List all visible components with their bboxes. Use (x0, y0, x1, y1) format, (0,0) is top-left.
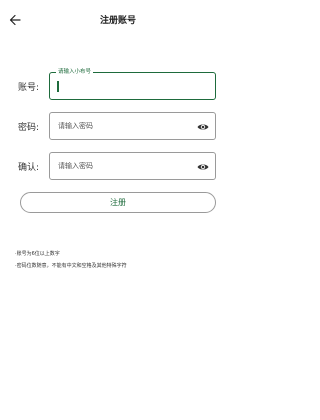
password-label: 密码: (18, 123, 40, 133)
account-hint: ·账号为6位以上数字 (15, 251, 60, 257)
confirm-visibility-toggle[interactable] (197, 162, 209, 172)
password-input[interactable]: 请输入密码 (49, 112, 216, 140)
confirm-password-input[interactable]: 请输入密码 (49, 152, 216, 180)
text-cursor (57, 81, 59, 92)
confirm-placeholder: 请输入密码 (58, 162, 93, 170)
eye-icon (197, 164, 209, 170)
account-label: 账号: (18, 83, 40, 93)
account-input[interactable]: 请输入小布号 (49, 68, 216, 100)
confirm-label: 确认: (18, 163, 40, 173)
password-hint: ·密码位数随意，不能有中文和空格及其他特殊字符 (15, 263, 127, 269)
register-button[interactable]: 注册 (20, 192, 216, 213)
password-visibility-toggle[interactable] (197, 122, 209, 132)
register-screen: 注册账号 账号: 请输入小布号 密码: 请输入密码 确认: 请输入密码 注册 ·… (0, 0, 236, 420)
account-floating-label: 请输入小布号 (56, 68, 94, 76)
top-bar: 注册账号 (0, 0, 236, 40)
password-placeholder: 请输入密码 (58, 122, 93, 130)
page-title: 注册账号 (99, 16, 136, 26)
eye-icon (197, 124, 209, 130)
